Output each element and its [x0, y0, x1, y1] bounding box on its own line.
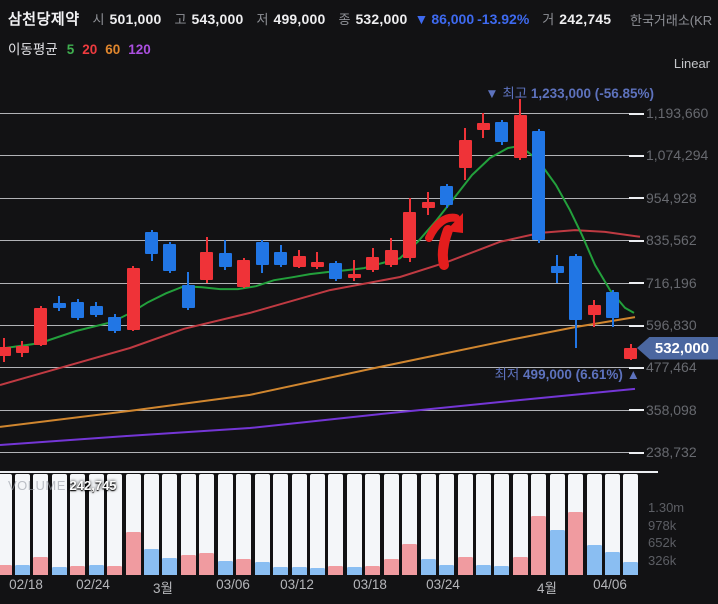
x-axis-label: 3월 — [153, 581, 173, 596]
high-annotation-prefix: ▼ 최고 — [485, 86, 531, 101]
x-axis-label: 03/18 — [353, 577, 387, 592]
high-price-annotation: ▼ 최고 1,233,000 (-56.85%) — [485, 82, 654, 102]
stock-chart-app: 삼천당제약 시 501,000 고 543,000 저 499,000 종 532,00… — [0, 0, 718, 604]
x-axis-label: 02/24 — [76, 577, 110, 592]
volume-overlay-text: VOLUME 242,745 — [8, 478, 117, 493]
low-price-annotation: 최저 499,000 (6.61%) ▲ — [494, 363, 640, 383]
current-price-value: 532,000 — [654, 339, 710, 357]
x-axis-label: 03/06 — [216, 577, 250, 592]
volume-overlay-label: VOLUME — [8, 478, 66, 493]
low-annotation-arrow-icon: ▲ — [622, 367, 640, 382]
x-axis-label: 03/24 — [426, 577, 460, 592]
x-axis-label: 03/12 — [280, 577, 314, 592]
low-annotation-value: 499,000 (6.61%) — [523, 367, 623, 382]
volume-overlay-value: 242,745 — [69, 478, 117, 493]
high-annotation-value: 1,233,000 (-56.85%) — [530, 86, 654, 101]
x-axis-label: 02/18 — [9, 577, 43, 592]
x-axis-label: 04/06 — [593, 577, 627, 592]
x-axis-label: 4월 — [537, 581, 557, 596]
low-annotation-prefix: 최저 — [494, 367, 524, 382]
current-price-tag: 532,000 — [637, 336, 718, 360]
